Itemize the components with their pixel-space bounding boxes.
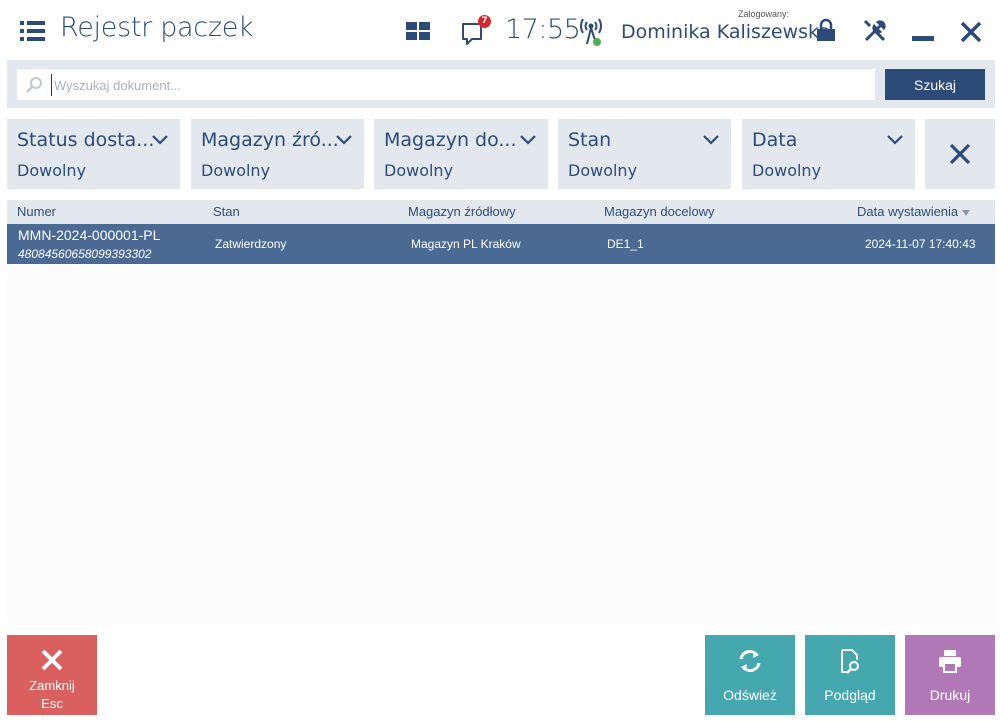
filter-label: Magazyn do...	[384, 129, 517, 151]
column-header-source-warehouse[interactable]: Magazyn źródłowy	[408, 204, 516, 219]
chevron-down-icon	[520, 135, 536, 145]
cell-stan: Zatwierdzony	[215, 237, 287, 251]
notification-badge: 7	[478, 15, 491, 28]
sort-descending-icon	[962, 209, 971, 216]
column-header-numer[interactable]: Numer	[17, 204, 56, 219]
close-button-shortcut: Esc	[41, 696, 63, 711]
close-button[interactable]: Zamknij Esc	[7, 635, 97, 715]
column-header-stan[interactable]: Stan	[213, 204, 240, 219]
column-header-target-warehouse[interactable]: Magazyn docelowy	[604, 204, 715, 219]
tools-icon[interactable]	[862, 18, 888, 44]
filter-source-warehouse[interactable]: Magazyn źró... Dowolny	[191, 119, 364, 189]
user-name: Dominika Kaliszewska	[621, 21, 831, 43]
filter-label: Stan	[568, 129, 612, 151]
column-header-date[interactable]: Data wystawienia	[857, 204, 971, 219]
document-preview-icon	[841, 649, 859, 674]
cell-source-warehouse: Magazyn PL Kraków	[411, 237, 521, 251]
filter-label: Magazyn źró...	[201, 129, 339, 151]
cell-target-warehouse: DE1_1	[607, 237, 644, 251]
clock: 17:55	[505, 14, 581, 45]
table-row[interactable]: MMN-2024-000001-PL 48084560658099393302 …	[7, 224, 995, 264]
filter-date[interactable]: Data Dowolny	[742, 119, 915, 189]
column-header-date-label: Data wystawienia	[857, 204, 959, 219]
filter-value: Dowolny	[201, 161, 271, 180]
filter-value: Dowolny	[384, 161, 454, 180]
refresh-button[interactable]: Odśwież	[705, 635, 795, 715]
filter-delivery-status[interactable]: Status dosta... Dowolny	[7, 119, 180, 189]
preview-button[interactable]: Podgląd	[805, 635, 895, 715]
filter-value: Dowolny	[752, 161, 822, 180]
preview-button-label: Podgląd	[824, 687, 876, 703]
search-field	[17, 69, 875, 100]
search-input[interactable]	[51, 74, 861, 96]
minimize-icon[interactable]	[912, 36, 934, 41]
tiles-icon[interactable]	[406, 22, 430, 40]
chevron-down-icon	[703, 135, 719, 145]
logged-in-label: Zalogowany:	[738, 9, 790, 19]
close-button-label: Zamknij	[29, 678, 75, 693]
chevron-down-icon	[336, 135, 352, 145]
filter-value: Dowolny	[17, 161, 87, 180]
close-icon	[41, 649, 63, 671]
signal-tower-icon	[578, 16, 606, 48]
cell-numer: MMN-2024-000001-PL	[18, 227, 161, 243]
search-bar: Szukaj	[7, 60, 995, 108]
chevron-down-icon	[887, 135, 903, 145]
printer-icon	[939, 650, 961, 673]
parcels-table: Numer Stan Magazyn źródłowy Magazyn doce…	[7, 200, 995, 625]
chevron-down-icon	[152, 135, 168, 145]
table-header: Numer Stan Magazyn źródłowy Magazyn doce…	[7, 200, 995, 224]
cell-code: 48084560658099393302	[18, 247, 152, 261]
menu-icon[interactable]	[20, 21, 46, 41]
close-icon[interactable]	[959, 20, 983, 44]
refresh-icon	[739, 650, 761, 672]
cell-date: 2024-11-07 17:40:43	[865, 237, 976, 251]
filter-label: Data	[752, 129, 798, 151]
filter-label: Status dosta...	[17, 129, 155, 151]
search-icon	[26, 77, 42, 93]
title-bar: Rejestr paczek 7 17:55 Zalogowany: Domin…	[0, 0, 1000, 62]
filter-state[interactable]: Stan Dowolny	[558, 119, 731, 189]
lock-icon[interactable]	[815, 18, 837, 42]
close-icon	[949, 143, 971, 165]
search-button[interactable]: Szukaj	[885, 69, 985, 100]
print-button[interactable]: Drukuj	[905, 635, 995, 715]
filter-target-warehouse[interactable]: Magazyn do... Dowolny	[374, 119, 548, 189]
refresh-button-label: Odśwież	[723, 687, 777, 703]
filter-value: Dowolny	[568, 161, 638, 180]
print-button-label: Drukuj	[929, 687, 971, 703]
clear-filters-button[interactable]	[925, 119, 995, 189]
page-title: Rejestr paczek	[60, 12, 254, 43]
